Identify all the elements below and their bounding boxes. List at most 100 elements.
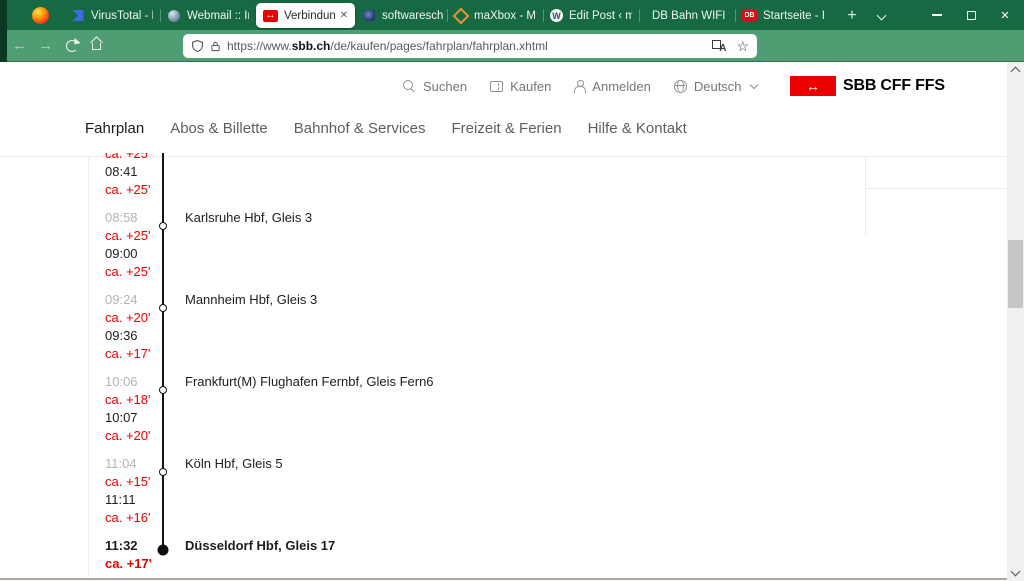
browser-tab[interactable]: Edit Post ‹ maXb bbox=[543, 3, 639, 28]
address-bar[interactable]: https://www.sbb.ch/de/kaufen/pages/fahrp… bbox=[183, 34, 757, 58]
sbb-logo-text: SBB CFF FFS bbox=[843, 77, 945, 94]
time-row: 09:36 bbox=[0, 327, 1007, 345]
tab-list-chevron-icon[interactable] bbox=[872, 11, 892, 23]
delay-value: ca. +20' bbox=[105, 310, 151, 325]
journey-stop: 10:06 Frankfurt(M) Flughafen Fernbf, Glei… bbox=[0, 373, 1007, 445]
time-row: 08:58 Karlsruhe Hbf, Gleis 3 bbox=[0, 209, 1007, 227]
timeline-node bbox=[159, 386, 167, 394]
browser-tab[interactable]: DB Bahn WIFI bbox=[639, 3, 735, 28]
browser-toolbar: ← → https://www.sbb.ch/de/kaufen/pages/f… bbox=[0, 30, 1024, 84]
buy-link[interactable]: Kaufen bbox=[490, 79, 551, 94]
browser-tab[interactable]: Webmail :: Inbox bbox=[160, 3, 256, 28]
time-row: 09:24 Mannheim Hbf, Gleis 3 bbox=[0, 291, 1007, 309]
time-value: 10:07 bbox=[105, 410, 138, 425]
time-row: 10:06 Frankfurt(M) Flughafen Fernbf, Glei… bbox=[0, 373, 1007, 391]
delay-row: ca. +25' bbox=[0, 181, 1007, 199]
nav-item-freizeit-ferien[interactable]: Freizeit & Ferien bbox=[452, 120, 562, 137]
time-row: 10:07 bbox=[0, 409, 1007, 427]
maxbox-icon bbox=[454, 9, 468, 23]
timeline-node bbox=[157, 544, 169, 556]
browser-tab[interactable]: Startseite - ICE P bbox=[735, 3, 831, 28]
softwareschule-icon bbox=[362, 9, 376, 23]
journey-stop: ca. +25' 08:41 ca. +25' bbox=[0, 153, 1007, 199]
nav-item-fahrplan[interactable]: Fahrplan bbox=[85, 120, 144, 137]
browser-tab[interactable]: Verbindung | S ✕ bbox=[256, 3, 355, 28]
tab-title: VirusTotal - File bbox=[91, 9, 153, 22]
delay-row: ca. +16' bbox=[0, 509, 1007, 527]
browser-tab[interactable]: maXbox - Mana bbox=[447, 3, 543, 28]
delay-value: ca. +15' bbox=[105, 474, 151, 489]
time-row: 11:04 Köln Hbf, Gleis 5 bbox=[0, 455, 1007, 473]
station-label: Düsseldorf Hbf, Gleis 17 bbox=[185, 538, 336, 553]
sbb-icon bbox=[263, 9, 278, 22]
station-label: Köln Hbf, Gleis 5 bbox=[185, 456, 283, 471]
tab-title: DB Bahn WIFI bbox=[652, 9, 726, 22]
browser-tab[interactable]: softwareschule.c bbox=[355, 3, 451, 28]
time-value: 10:06 bbox=[105, 374, 138, 389]
tab-close-icon[interactable]: ✕ bbox=[340, 10, 348, 21]
bookmark-star-icon[interactable]: ☆ bbox=[736, 39, 749, 53]
station-label: Frankfurt(M) Flughafen Fernbf, Gleis Fer… bbox=[185, 374, 434, 389]
new-tab-button[interactable]: + bbox=[840, 4, 864, 28]
firefox-logo-icon[interactable] bbox=[32, 7, 49, 24]
window-edge bbox=[0, 0, 7, 62]
close-button[interactable]: ✕ bbox=[988, 0, 1022, 30]
scroll-down-icon[interactable] bbox=[1010, 566, 1021, 577]
search-link[interactable]: Suchen bbox=[403, 79, 467, 94]
nav-item-bahnhof-services[interactable]: Bahnhof & Services bbox=[294, 120, 426, 137]
time-value: 08:58 bbox=[105, 210, 138, 225]
nav-item-hilfe-kontakt[interactable]: Hilfe & Kontakt bbox=[588, 120, 687, 137]
delay-value: ca. +18' bbox=[105, 392, 151, 407]
forward-icon[interactable]: → bbox=[38, 37, 53, 54]
journey-stop: 08:58 Karlsruhe Hbf, Gleis 3 ca. +25' 09:00… bbox=[0, 209, 1007, 281]
search-icon bbox=[403, 79, 416, 93]
timeline-node bbox=[159, 222, 167, 230]
sbb-logo-icon bbox=[790, 76, 836, 96]
chevron-down-icon bbox=[749, 80, 758, 89]
delay-row: ca. +25' bbox=[0, 263, 1007, 281]
minimize-button[interactable] bbox=[920, 0, 954, 30]
scroll-up-icon[interactable] bbox=[1010, 66, 1021, 77]
window-controls: ✕ bbox=[920, 0, 1022, 30]
back-icon[interactable]: ← bbox=[12, 37, 27, 54]
url-text[interactable]: https://www.sbb.ch/de/kaufen/pages/fahrp… bbox=[227, 39, 712, 53]
time-row: 09:00 bbox=[0, 245, 1007, 263]
sbb-logo[interactable]: SBB CFF FFS bbox=[790, 76, 945, 96]
user-icon bbox=[574, 79, 587, 93]
time-value: 11:04 bbox=[105, 456, 137, 471]
reload-icon[interactable] bbox=[66, 40, 78, 52]
translate-icon[interactable] bbox=[712, 39, 726, 54]
time-row: 08:41 bbox=[0, 163, 1007, 181]
delay-row: ca. +25' bbox=[0, 227, 1007, 245]
home-icon[interactable] bbox=[92, 43, 101, 50]
time-value: 11:32 bbox=[105, 538, 138, 553]
tab-title: softwareschule.c bbox=[382, 9, 444, 22]
maximize-button[interactable] bbox=[954, 0, 988, 30]
delay-value: ca. +25' bbox=[105, 264, 151, 279]
scrollbar-thumb[interactable] bbox=[1008, 240, 1023, 308]
delay-row: ca. +20' bbox=[0, 309, 1007, 327]
time-value: 08:41 bbox=[105, 164, 138, 179]
journey-timeline: ca. +25' 08:41 ca. +25' 08:58 Karlsruhe Hbf,… bbox=[0, 153, 1007, 577]
journey-stop: 11:32 Düsseldorf Hbf, Gleis 17 ca. +17' bbox=[0, 537, 1007, 573]
tab-title: Verbindung | S bbox=[284, 9, 336, 22]
language-selector[interactable]: Deutsch bbox=[673, 79, 758, 94]
wordpress-icon bbox=[550, 9, 563, 22]
delay-value: ca. +25' bbox=[105, 153, 151, 161]
nav-item-abos-billette[interactable]: Abos & Billette bbox=[170, 120, 268, 137]
browser-tab[interactable]: VirusTotal - File bbox=[64, 3, 160, 28]
main-nav: Fahrplan Abos & Billette Bahnhof & Servi… bbox=[85, 114, 687, 142]
time-value: 09:36 bbox=[105, 328, 138, 343]
lock-icon[interactable] bbox=[210, 40, 221, 53]
time-row: 11:32 Düsseldorf Hbf, Gleis 17 bbox=[0, 537, 1007, 555]
delay-value: ca. +25' bbox=[105, 228, 151, 243]
page-scrollbar[interactable] bbox=[1007, 62, 1024, 581]
shield-icon[interactable] bbox=[191, 39, 204, 53]
time-value: 09:24 bbox=[105, 292, 138, 307]
virustotal-icon bbox=[71, 9, 85, 23]
login-link[interactable]: Anmelden bbox=[574, 79, 651, 94]
delay-row: ca. +17' bbox=[0, 555, 1007, 573]
meta-nav: Suchen Kaufen Anmelden Deutsch bbox=[403, 74, 758, 98]
timeline-node bbox=[159, 304, 167, 312]
journey-stop: 09:24 Mannheim Hbf, Gleis 3 ca. +20' 09:36 c… bbox=[0, 291, 1007, 363]
